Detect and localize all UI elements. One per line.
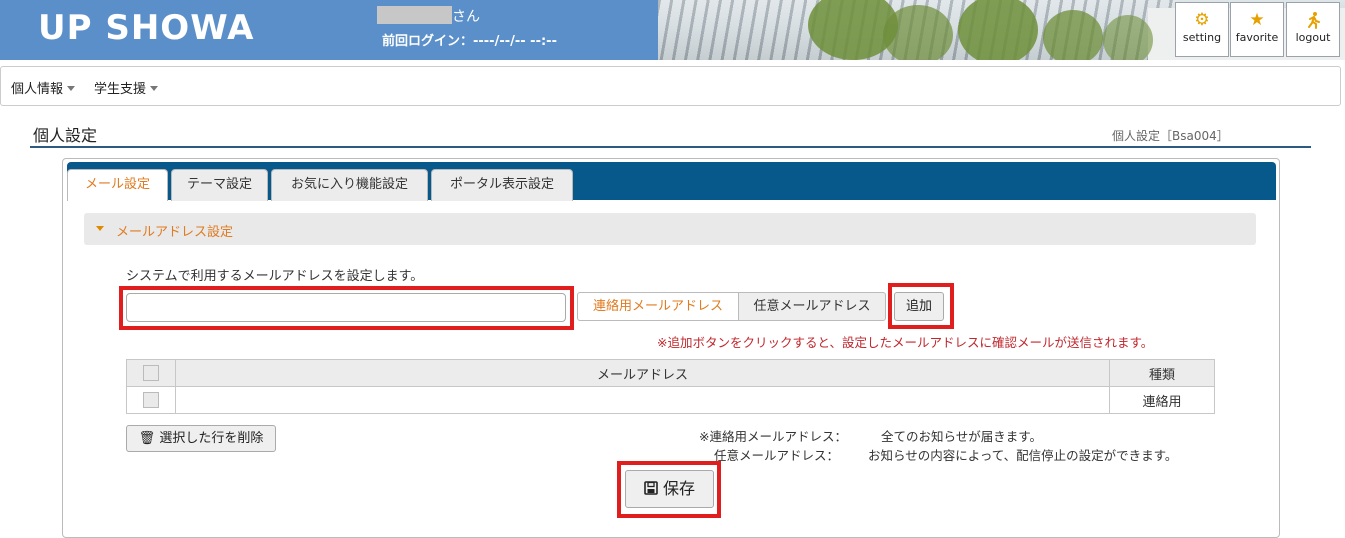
user-name-suffix: さん bbox=[452, 9, 480, 25]
type-primary-toggle[interactable]: 連絡用メールアドレス bbox=[577, 292, 739, 321]
nav-item-student-support[interactable]: 学生支援 bbox=[94, 78, 159, 97]
last-login: 前回ログイン：----/--/-- --:-- bbox=[382, 34, 557, 49]
setting-label: setting bbox=[1182, 31, 1222, 44]
column-header-type: 種類 bbox=[1109, 359, 1215, 387]
trash-icon: 🗑 bbox=[138, 431, 156, 446]
favorite-label: favorite bbox=[1235, 31, 1279, 44]
caret-down-icon bbox=[67, 86, 76, 91]
caret-down-icon bbox=[150, 86, 159, 91]
add-note: ※追加ボタンをクリックすると、設定したメールアドレスに確認メールが送信されます。 bbox=[657, 335, 1154, 350]
type-cell: 連絡用 bbox=[1109, 386, 1215, 414]
caret-down-icon bbox=[96, 226, 104, 231]
legend-primary-text: 全てのお知らせが届きます。 bbox=[881, 429, 1043, 444]
section-description: システムで利用するメールアドレスを設定します。 bbox=[126, 269, 424, 284]
nav-item-label: 学生支援 bbox=[94, 82, 147, 97]
delete-selected-button[interactable]: 🗑 選択した行を削除 bbox=[126, 425, 276, 452]
type-optional-toggle[interactable]: 任意メールアドレス bbox=[738, 292, 886, 321]
header-bar: UP SHOWA さん 前回ログイン：----/--/-- --:-- ⚙ se… bbox=[0, 0, 1345, 60]
tab-theme-settings[interactable]: テーマ設定 bbox=[171, 169, 268, 201]
select-all-cell bbox=[126, 359, 176, 387]
email-input[interactable] bbox=[126, 293, 566, 322]
nav-item-label: 個人情報 bbox=[11, 82, 64, 97]
tab-favorite-settings[interactable]: お気に入り機能設定 bbox=[271, 169, 428, 201]
setting-button[interactable]: ⚙ setting bbox=[1175, 2, 1229, 57]
row-checkbox[interactable] bbox=[143, 392, 159, 408]
select-all-checkbox[interactable] bbox=[143, 365, 159, 381]
nav-item-personal-info[interactable]: 個人情報 bbox=[11, 78, 76, 97]
gear-icon: ⚙ bbox=[1194, 10, 1210, 30]
table-row: 連絡用 bbox=[126, 386, 1215, 414]
column-header-email: メールアドレス bbox=[175, 359, 1110, 387]
logo: UP SHOWA bbox=[38, 8, 255, 48]
tab-mail-settings[interactable]: メール設定 bbox=[67, 169, 168, 201]
floppy-disk-icon bbox=[644, 479, 663, 498]
favorite-button[interactable]: ★ favorite bbox=[1230, 2, 1284, 57]
save-label: 保存 bbox=[663, 479, 696, 498]
page-title: 個人設定 bbox=[33, 126, 98, 145]
section-title: メールアドレス設定 bbox=[116, 225, 234, 240]
legend-primary-label: ※連絡用メールアドレス： bbox=[699, 429, 847, 444]
logout-label: logout bbox=[1295, 31, 1331, 44]
tab-bar: メール設定 テーマ設定 お気に入り機能設定 ポータル表示設定 bbox=[67, 162, 1276, 201]
running-person-icon bbox=[1304, 11, 1322, 29]
legend-optional-text: お知らせの内容によって、配信停止の設定ができます。 bbox=[868, 448, 1178, 463]
logout-button[interactable]: logout bbox=[1286, 2, 1340, 57]
main-nav: 個人情報 学生支援 bbox=[0, 66, 1341, 106]
table-header-row: メールアドレス 種類 bbox=[126, 359, 1215, 387]
delete-selected-label: 選択した行を削除 bbox=[159, 431, 264, 446]
email-cell bbox=[175, 386, 1110, 414]
star-icon: ★ bbox=[1249, 10, 1265, 30]
tab-portal-settings[interactable]: ポータル表示設定 bbox=[431, 169, 573, 201]
row-checkbox-cell bbox=[126, 386, 176, 414]
section-header[interactable]: メールアドレス設定 bbox=[84, 213, 1256, 245]
page-code: 個人設定［Bsa004］ bbox=[1112, 129, 1229, 143]
title-divider bbox=[30, 146, 1311, 148]
save-button[interactable]: 保存 bbox=[625, 470, 714, 508]
legend-optional-label: 任意メールアドレス： bbox=[714, 448, 840, 463]
user-name-redacted bbox=[377, 6, 452, 24]
email-table: メールアドレス 種類 連絡用 bbox=[126, 359, 1215, 414]
add-button[interactable]: 追加 bbox=[894, 292, 944, 321]
